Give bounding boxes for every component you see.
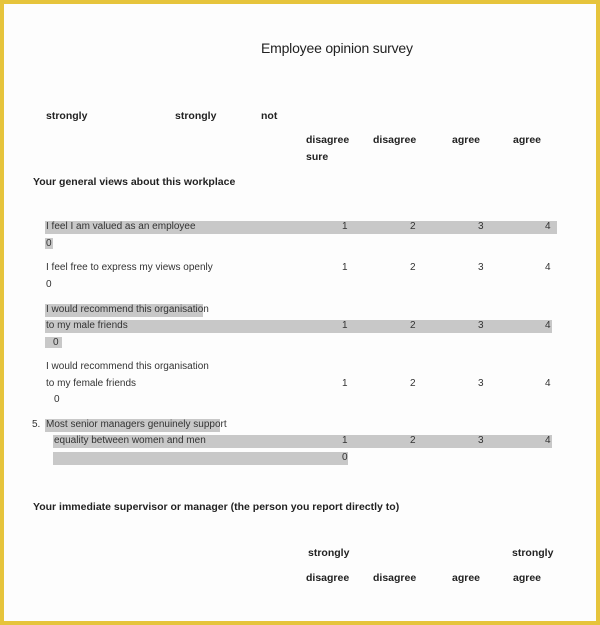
question-5-number: 5. (32, 419, 41, 430)
question-4-text-line-1: I would recommend this organisation (46, 361, 209, 372)
question-3-option-1[interactable]: 1 (342, 320, 348, 331)
section2-header-strongly-2: strongly (512, 547, 554, 559)
question-1-option-0[interactable]: 0 (45, 238, 53, 249)
header-disagree-1: disagree (306, 134, 350, 146)
section-title-supervisor: Your immediate supervisor or manager (th… (33, 501, 400, 513)
question-3-option-0[interactable]: 0 (45, 337, 62, 348)
header-strongly-2: strongly (175, 110, 217, 122)
question-4-option-0[interactable]: 0 (54, 394, 60, 405)
header-agree-1: agree (452, 134, 481, 146)
question-4-option-4[interactable]: 4 (545, 378, 551, 389)
question-1-option-2[interactable]: 2 (410, 221, 416, 232)
question-4-option-1[interactable]: 1 (342, 378, 348, 389)
question-1-option-3[interactable]: 3 (478, 221, 484, 232)
question-4-option-2[interactable]: 2 (410, 378, 416, 389)
question-3-text-line-2: to my male friends (46, 320, 128, 331)
question-5-option-1[interactable]: 1 (342, 435, 348, 446)
question-2-option-4[interactable]: 4 (545, 262, 551, 273)
question-2-text: I feel free to express my views openly (46, 262, 213, 273)
question-2-option-0[interactable]: 0 (46, 279, 52, 290)
question-2-option-2[interactable]: 2 (410, 262, 416, 273)
question-3-text-line-1: I would recommend this organisation (46, 304, 209, 315)
question-5-text-line-1: Most senior managers genuinely support (46, 419, 227, 430)
section2-header-strongly-1: strongly (308, 547, 350, 559)
section2-header-disagree-2: disagree (373, 572, 417, 584)
question-5-highlight-line-3 (53, 452, 348, 465)
question-4-option-3[interactable]: 3 (478, 378, 484, 389)
question-5-option-4[interactable]: 4 (545, 435, 551, 446)
question-2-option-3[interactable]: 3 (478, 262, 484, 273)
header-agree-2: agree (513, 134, 542, 146)
question-5-option-0[interactable]: 0 (342, 452, 348, 463)
question-1-text: I feel I am valued as an employee (46, 221, 196, 232)
header-strongly-1: strongly (46, 110, 88, 122)
question-5-text-line-2: equality between women and men (54, 435, 206, 446)
question-3-option-3[interactable]: 3 (478, 320, 484, 331)
question-1-option-1[interactable]: 1 (342, 221, 348, 232)
question-5-option-2[interactable]: 2 (410, 435, 416, 446)
question-3-option-2[interactable]: 2 (410, 320, 416, 331)
section2-header-agree-2: agree (513, 572, 542, 584)
header-disagree-2: disagree (373, 134, 417, 146)
header-not: not (261, 110, 278, 122)
question-5-option-3[interactable]: 3 (478, 435, 484, 446)
question-3-option-4[interactable]: 4 (545, 320, 551, 331)
section2-header-disagree-1: disagree (306, 572, 350, 584)
section2-header-agree-1: agree (452, 572, 481, 584)
question-2-option-1[interactable]: 1 (342, 262, 348, 273)
page-title: Employee opinion survey (261, 40, 413, 56)
header-sure: sure (306, 151, 329, 163)
section-title-general-views: Your general views about this workplace (33, 176, 236, 188)
question-4-text-line-2: to my female friends (46, 378, 137, 389)
survey-page: Employee opinion survey strongly strongl… (4, 4, 596, 621)
question-1-option-4[interactable]: 4 (545, 221, 551, 232)
